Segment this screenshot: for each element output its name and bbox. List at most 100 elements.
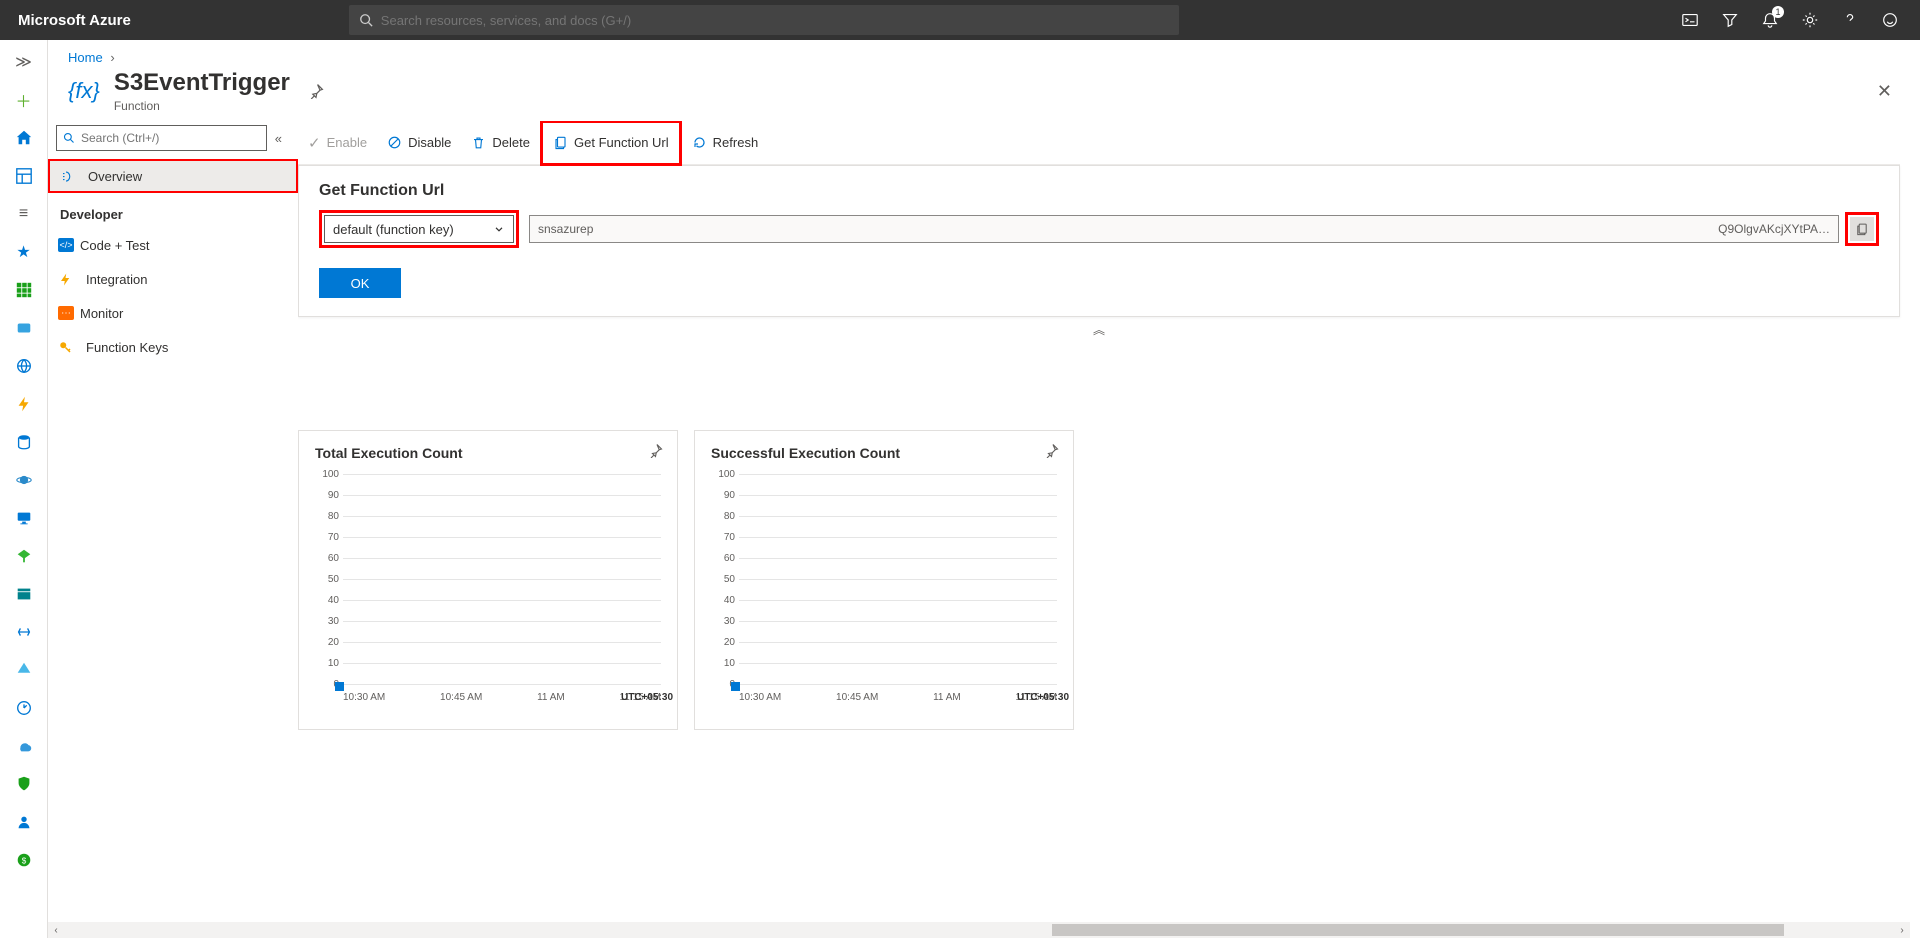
collapse-panel-icon[interactable]: ︽ [298, 317, 1900, 342]
panel-title: Get Function Url [319, 182, 1879, 200]
user-account-icon[interactable] [10, 808, 38, 836]
expand-menu-icon[interactable]: ≫ [10, 48, 38, 76]
overview-icon [60, 169, 82, 184]
function-url-field[interactable]: snsazurep Q9OlgvAKcjXYtPA… [529, 215, 1839, 243]
workpane: ✓ Enable Disable Delete [298, 121, 1920, 938]
horizontal-scrollbar[interactable]: ‹ › [48, 922, 1910, 938]
get-function-url-panel: Get Function Url default (function key) [298, 165, 1900, 317]
pin-icon[interactable] [308, 83, 324, 99]
app-services-icon[interactable] [10, 314, 38, 342]
help-icon[interactable] [1830, 0, 1870, 40]
virtual-machines-icon[interactable] [10, 504, 38, 532]
all-services-icon[interactable]: ≡ [10, 200, 38, 228]
highlight-key-select: default (function key) [319, 210, 519, 248]
all-resources-icon[interactable] [10, 276, 38, 304]
nav-integration-label: Integration [86, 272, 147, 287]
scroll-thumb[interactable] [1052, 924, 1784, 936]
feedback-icon[interactable] [1870, 0, 1910, 40]
nav-overview[interactable]: Overview [48, 159, 298, 193]
cost-management-icon[interactable]: $ [10, 846, 38, 874]
nav-function-keys-label: Function Keys [86, 340, 168, 355]
integration-icon [58, 272, 80, 287]
url-row: default (function key) snsazurep Q9OlgvA… [319, 210, 1879, 248]
main-split: « Overview Developer </> Code + Test [48, 121, 1920, 938]
chart-title: Total Execution Count [315, 445, 661, 461]
load-balancer-icon[interactable] [10, 542, 38, 570]
title-block: S3EventTrigger Function [114, 69, 290, 113]
page-title-row: {fx} S3EventTrigger Function ✕ [48, 69, 1920, 121]
advisor-icon[interactable] [10, 732, 38, 760]
chart-body[interactable]: 010203040506070809010010:30 AM10:45 AM11… [739, 475, 1057, 685]
top-bar: Microsoft Azure 1 [0, 0, 1920, 40]
scroll-left-icon[interactable]: ‹ [48, 922, 64, 938]
cosmos-db-icon[interactable] [10, 466, 38, 494]
monitor-service-icon[interactable] [10, 694, 38, 722]
global-search-wrap [149, 5, 1670, 35]
block-icon [387, 135, 402, 150]
blade-sidenav: « Overview Developer </> Code + Test [48, 121, 298, 938]
home-icon[interactable] [10, 124, 38, 152]
close-blade-icon[interactable]: ✕ [1877, 81, 1900, 102]
chart-total-execution: Total Execution Count 010203040506070809… [298, 430, 678, 730]
nav-function-keys[interactable]: Function Keys [48, 330, 298, 364]
aad-icon[interactable] [10, 656, 38, 684]
refresh-label: Refresh [713, 135, 759, 150]
search-icon [63, 132, 75, 144]
refresh-icon [692, 135, 707, 150]
breadcrumb: Home › [48, 40, 1920, 69]
nav-overview-label: Overview [88, 169, 142, 184]
collapse-sidenav-icon[interactable]: « [267, 131, 290, 146]
url-value-left: snsazurep [538, 222, 593, 236]
enable-label: Enable [327, 135, 367, 150]
cloud-shell-icon[interactable] [1670, 0, 1710, 40]
sql-database-icon[interactable] [10, 428, 38, 456]
breadcrumb-home[interactable]: Home [68, 50, 103, 65]
function-app-icon[interactable] [10, 390, 38, 418]
create-resource-icon[interactable]: ＋ [10, 86, 38, 114]
sidenav-search[interactable] [56, 125, 267, 151]
code-test-icon: </> [58, 238, 74, 252]
document-icon [553, 135, 568, 150]
directory-filter-icon[interactable] [1710, 0, 1750, 40]
security-center-icon[interactable] [10, 770, 38, 798]
disable-label: Disable [408, 135, 451, 150]
dashboard-icon[interactable] [10, 162, 38, 190]
chart-title: Successful Execution Count [711, 445, 1057, 461]
pin-chart-icon[interactable] [648, 443, 663, 458]
copy-url-button[interactable] [1850, 217, 1874, 241]
virtual-network-icon[interactable] [10, 618, 38, 646]
global-search-input[interactable] [373, 13, 1169, 28]
disable-button[interactable]: Disable [377, 125, 461, 161]
nav-code-test[interactable]: </> Code + Test [48, 228, 298, 262]
highlight-get-url: Get Function Url [540, 121, 682, 166]
refresh-button[interactable]: Refresh [682, 125, 769, 161]
storage-account-icon[interactable] [10, 580, 38, 608]
settings-icon[interactable] [1790, 0, 1830, 40]
pin-chart-icon[interactable] [1044, 443, 1059, 458]
favorites-star-icon[interactable]: ★ [10, 238, 38, 266]
nav-integration[interactable]: Integration [48, 262, 298, 296]
scroll-right-icon[interactable]: › [1894, 922, 1910, 938]
web-app-icon[interactable] [10, 352, 38, 380]
content-area: Home › {fx} S3EventTrigger Function ✕ [48, 40, 1920, 938]
global-search[interactable] [349, 5, 1179, 35]
top-icon-group: 1 [1670, 0, 1920, 40]
chart-body[interactable]: 010203040506070809010010:30 AM10:45 AM11… [343, 475, 661, 685]
left-iconbar: ≫ ＋ ≡ ★ [0, 40, 48, 938]
ok-button[interactable]: OK [319, 268, 401, 298]
notifications-icon[interactable]: 1 [1750, 0, 1790, 40]
sidenav-search-input[interactable] [75, 131, 260, 145]
key-select[interactable]: default (function key) [324, 215, 514, 243]
nav-monitor[interactable]: ⋯ Monitor [48, 296, 298, 330]
key-select-value: default (function key) [333, 222, 454, 237]
scroll-track[interactable] [64, 922, 1894, 938]
notification-badge: 1 [1772, 6, 1784, 18]
enable-button[interactable]: ✓ Enable [298, 125, 377, 161]
get-function-url-button[interactable]: Get Function Url [543, 125, 679, 161]
page-subtitle: Function [114, 99, 290, 113]
keys-icon [58, 340, 80, 355]
delete-button[interactable]: Delete [461, 125, 540, 161]
side-search-row: « [48, 121, 298, 159]
chart-successful-execution: Successful Execution Count 0102030405060… [694, 430, 1074, 730]
chevron-down-icon [493, 223, 505, 235]
